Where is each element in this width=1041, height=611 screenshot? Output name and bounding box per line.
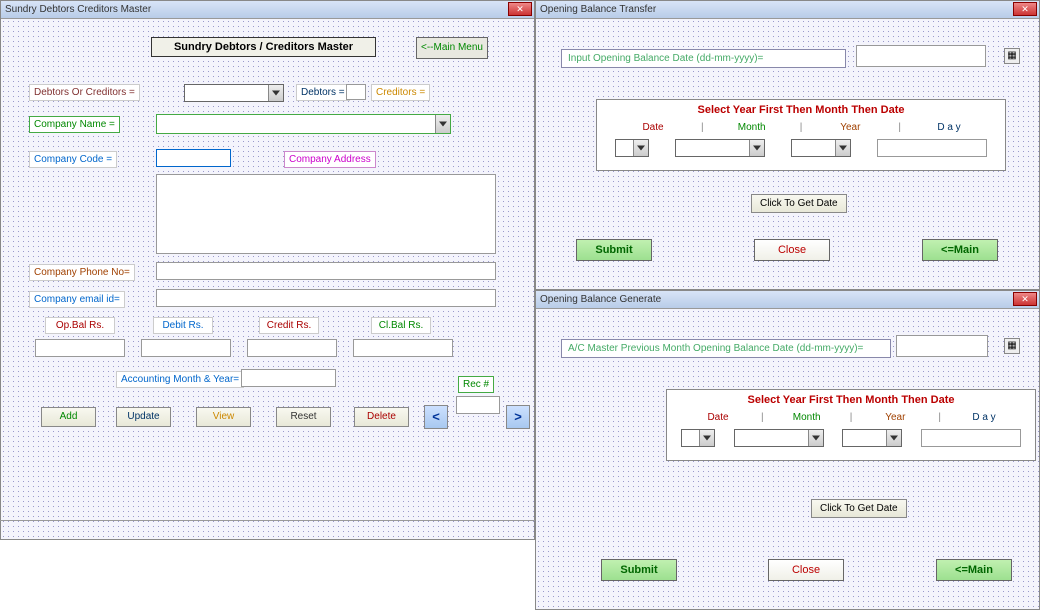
year-col: Year <box>802 122 898 133</box>
date-picker-panel: Select Year First Then Month Then Date D… <box>666 389 1036 461</box>
day-display <box>921 429 1021 447</box>
credit-label: Credit Rs. <box>259 317 319 334</box>
day-col: D a y <box>901 122 997 133</box>
company-name-combo[interactable] <box>156 114 451 134</box>
main-button[interactable]: <=Main <box>936 559 1012 581</box>
close-icon[interactable]: ✕ <box>1013 2 1037 16</box>
month-col: Month <box>704 122 800 133</box>
submit-button[interactable]: Submit <box>576 239 652 261</box>
debtors-input[interactable] <box>346 84 366 100</box>
titlebar: Opening Balance Generate ✕ <box>536 291 1039 309</box>
opening-balance-transfer-window: Opening Balance Transfer ✕ Input Opening… <box>535 0 1040 290</box>
date-prompt-label: Input Opening Balance Date (dd-mm-yyyy)= <box>561 49 846 68</box>
debit-input[interactable] <box>141 339 231 357</box>
click-to-get-date-button[interactable]: Click To Get Date <box>751 194 847 213</box>
calendar-icon[interactable]: ▦ <box>1004 338 1020 354</box>
year-col: Year <box>852 412 938 423</box>
close-button[interactable]: Close <box>754 239 830 261</box>
close-button[interactable]: Close <box>768 559 844 581</box>
titlebar: Opening Balance Transfer ✕ <box>536 1 1039 19</box>
window-title: Opening Balance Transfer <box>540 4 656 15</box>
page-title: Sundry Debtors / Creditors Master <box>151 37 376 57</box>
date-panel-header: Select Year First Then Month Then Date <box>597 100 1005 120</box>
acct-month-year-label: Accounting Month & Year= <box>116 371 244 388</box>
window-title: Opening Balance Generate <box>540 294 661 305</box>
sundry-master-window: Sundry Debtors Creditors Master ✕ Sundry… <box>0 0 535 540</box>
creditors-label: Creditors = <box>371 84 430 101</box>
company-code-input[interactable] <box>156 149 231 167</box>
date-input[interactable] <box>856 45 986 67</box>
day-display <box>877 139 987 157</box>
close-icon[interactable]: ✕ <box>508 2 532 16</box>
close-icon[interactable]: ✕ <box>1013 292 1037 306</box>
company-phone-input[interactable] <box>156 262 496 280</box>
date-combo[interactable] <box>615 139 649 157</box>
month-combo[interactable] <box>675 139 765 157</box>
company-email-label: Company email id= <box>29 291 125 308</box>
window-title: Sundry Debtors Creditors Master <box>5 4 151 15</box>
rec-input[interactable] <box>456 396 500 414</box>
delete-button[interactable]: Delete <box>354 407 409 427</box>
view-button[interactable]: View <box>196 407 251 427</box>
company-phone-label: Company Phone No= <box>29 264 135 281</box>
company-name-label: Company Name = <box>29 116 120 133</box>
opening-balance-generate-window: Opening Balance Generate ✕ A/C Master Pr… <box>535 290 1040 610</box>
titlebar: Sundry Debtors Creditors Master ✕ <box>1 1 534 19</box>
company-address-textarea[interactable] <box>156 174 496 254</box>
next-button[interactable]: > <box>506 405 530 429</box>
acct-month-year-input[interactable] <box>241 369 336 387</box>
debtors-label: Debtors = <box>296 84 350 101</box>
add-button[interactable]: Add <box>41 407 96 427</box>
date-panel-header: Select Year First Then Month Then Date <box>667 390 1035 410</box>
opbal-label: Op.Bal Rs. <box>45 317 115 334</box>
rec-label: Rec # <box>458 376 494 393</box>
year-combo[interactable] <box>842 429 902 447</box>
clbal-label: Cl.Bal Rs. <box>371 317 431 334</box>
date-col: Date <box>605 122 701 133</box>
year-combo[interactable] <box>791 139 851 157</box>
opbal-input[interactable] <box>35 339 125 357</box>
day-col: D a y <box>941 412 1027 423</box>
submit-button[interactable]: Submit <box>601 559 677 581</box>
company-email-input[interactable] <box>156 289 496 307</box>
main-button[interactable]: <=Main <box>922 239 998 261</box>
prev-button[interactable]: < <box>424 405 448 429</box>
debtors-or-creditors-combo[interactable] <box>184 84 284 102</box>
debit-label: Debit Rs. <box>153 317 213 334</box>
reset-button[interactable]: Reset <box>276 407 331 427</box>
main-menu-button[interactable]: <--Main Menu <box>416 37 488 59</box>
debtors-or-creditors-label: Debtors Or Creditors = <box>29 84 140 101</box>
date-col: Date <box>675 412 761 423</box>
company-code-label: Company Code = <box>29 151 117 168</box>
date-prompt-label: A/C Master Previous Month Opening Balanc… <box>561 339 891 358</box>
divider <box>0 520 535 521</box>
calendar-icon[interactable]: ▦ <box>1004 48 1020 64</box>
date-combo[interactable] <box>681 429 715 447</box>
credit-input[interactable] <box>247 339 337 357</box>
month-col: Month <box>764 412 850 423</box>
clbal-input[interactable] <box>353 339 453 357</box>
update-button[interactable]: Update <box>116 407 171 427</box>
company-address-label: Company Address <box>284 151 376 168</box>
click-to-get-date-button[interactable]: Click To Get Date <box>811 499 907 518</box>
date-picker-panel: Select Year First Then Month Then Date D… <box>596 99 1006 171</box>
date-input[interactable] <box>896 335 988 357</box>
month-combo[interactable] <box>734 429 824 447</box>
